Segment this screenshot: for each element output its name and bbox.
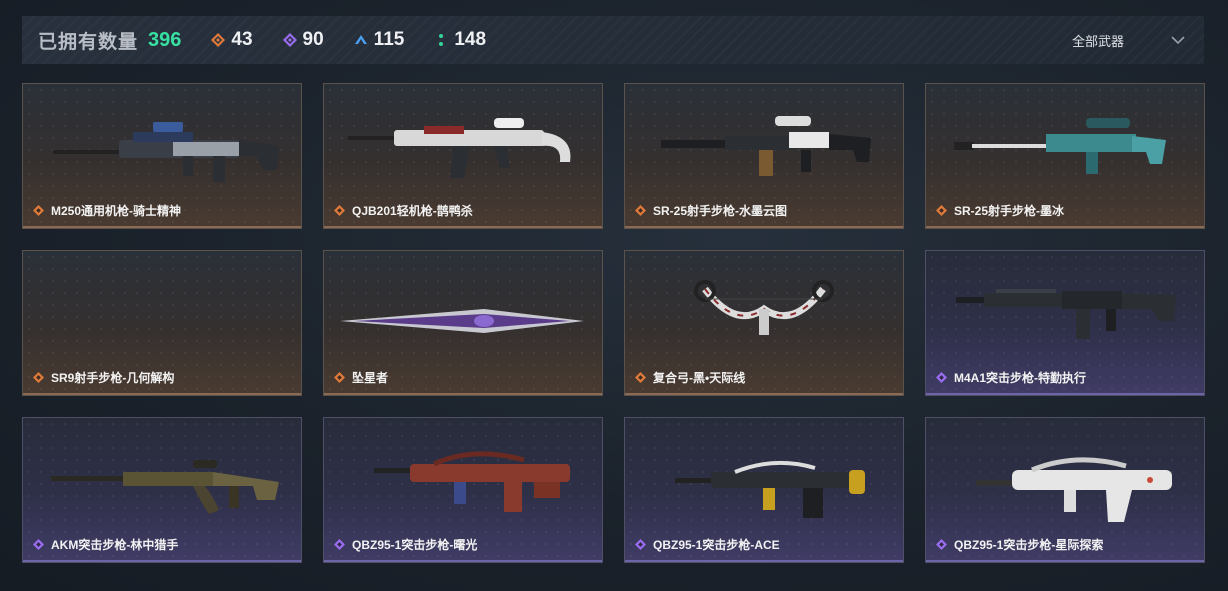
- weapon-name-row: SR-25射手步枪-墨冰: [936, 202, 1064, 219]
- orange-rarity-icon: [33, 372, 44, 383]
- weapon-card[interactable]: QJB201轻机枪-鹊鸭杀: [323, 83, 603, 229]
- weapon-card[interactable]: AKM突击步枪-林中猎手: [22, 417, 302, 563]
- stat-value: 43: [231, 29, 253, 50]
- weapon-name: QJB201轻机枪-鹊鸭杀: [352, 204, 473, 218]
- orange-rarity-icon: [635, 205, 646, 216]
- weapon-filter-dropdown[interactable]: 全部武器: [1072, 16, 1186, 64]
- stat-value: 115: [373, 29, 405, 50]
- weapon-name-row: M4A1突击步枪-特勤执行: [936, 369, 1086, 386]
- stat-value: 90: [302, 29, 324, 50]
- weapon-card[interactable]: QBZ95-1突击步枪-星际探索: [925, 417, 1205, 563]
- weapon-card[interactable]: SR-25射手步枪-墨冰: [925, 83, 1205, 229]
- rarity-bar: [23, 393, 301, 395]
- owned-count: 396: [148, 28, 182, 51]
- orange-diamond-icon: [211, 33, 226, 47]
- weapon-card[interactable]: 坠星者: [323, 250, 603, 396]
- rarity-bar: [926, 226, 1204, 228]
- orange-rarity-icon: [33, 205, 44, 216]
- rarity-bar: [926, 560, 1204, 562]
- weapon-name: 复合弓-黑•天际线: [653, 371, 746, 385]
- purple-rarity-icon: [635, 539, 646, 550]
- weapon-name-row: SR9射手步枪-几何解构: [33, 369, 174, 386]
- stat-value: 148: [454, 29, 487, 50]
- purple-rarity-icon: [33, 539, 44, 550]
- weapon-grid: M250通用机枪-骑士精神 QJB201轻机枪-鹊鸭杀 SR-25射手步枪-水墨…: [22, 83, 1205, 563]
- knife-image: [340, 309, 584, 333]
- orange-rarity-icon: [936, 205, 947, 216]
- stat-blue: 115: [354, 29, 405, 51]
- weapon-name-row: 复合弓-黑•天际线: [635, 369, 745, 386]
- weapon-name: QBZ95-1突击步枪-曙光: [352, 538, 478, 552]
- weapon-name-row: M250通用机枪-骑士精神: [33, 202, 181, 219]
- green-dots-icon: [439, 34, 444, 46]
- light-machine-gun-image: [348, 118, 571, 178]
- orange-rarity-icon: [635, 372, 646, 383]
- weapon-name-row: SR-25射手步枪-水墨云图: [635, 202, 787, 219]
- weapon-name-row: AKM突击步枪-林中猎手: [33, 536, 178, 553]
- weapon-name: SR9射手步枪-几何解构: [51, 371, 175, 385]
- stat-orange: 43: [211, 29, 253, 51]
- orange-rarity-icon: [334, 372, 345, 383]
- weapon-name: M250通用机枪-骑士精神: [51, 204, 182, 218]
- weapon-name: SR-25射手步枪-水墨云图: [653, 204, 788, 218]
- rarity-bar: [926, 393, 1204, 395]
- rarity-bar: [324, 226, 602, 228]
- weapon-name: QBZ95-1突击步枪-ACE: [653, 538, 780, 552]
- marksman-rifle-image: [661, 116, 871, 176]
- weapon-name: M4A1突击步枪-特勤执行: [954, 371, 1087, 385]
- purple-diamond-icon: [282, 33, 297, 47]
- chevron-down-icon[interactable]: [1170, 32, 1186, 48]
- weapon-card[interactable]: 复合弓-黑•天际线: [624, 250, 904, 396]
- assault-rifle-image: [51, 460, 279, 514]
- rarity-bar: [23, 560, 301, 562]
- weapon-name: SR-25射手步枪-墨冰: [954, 204, 1065, 218]
- stat-green: 148: [434, 29, 486, 51]
- purple-rarity-icon: [334, 539, 345, 550]
- rarity-bar: [625, 560, 903, 562]
- weapon-name-row: QBZ95-1突击步枪-曙光: [334, 536, 477, 553]
- weapon-name: 坠星者: [352, 371, 389, 385]
- collection-header: 已拥有数量 396 43 90 115 148 全部武器: [22, 16, 1204, 64]
- rarity-bar: [324, 560, 602, 562]
- weapon-name-row: QJB201轻机枪-鹊鸭杀: [334, 202, 473, 219]
- weapon-name-row: QBZ95-1突击步枪-星际探索: [936, 536, 1103, 553]
- stat-purple: 90: [282, 29, 324, 51]
- rarity-bar: [324, 393, 602, 395]
- purple-rarity-icon: [936, 539, 947, 550]
- weapon-card[interactable]: SR-25射手步枪-水墨云图: [624, 83, 904, 229]
- weapon-card[interactable]: M4A1突击步枪-特勤执行: [925, 250, 1205, 396]
- rarity-bar: [23, 226, 301, 228]
- blue-chevron-icon: [354, 35, 367, 44]
- machine-gun-image: [53, 122, 279, 182]
- purple-rarity-icon: [936, 372, 947, 383]
- weapon-card[interactable]: M250通用机枪-骑士精神: [22, 83, 302, 229]
- assault-rifle-image: [956, 289, 1176, 339]
- weapon-name-row: 坠星者: [334, 369, 388, 386]
- marksman-rifle-image: [954, 118, 1166, 174]
- weapon-card[interactable]: SR9射手步枪-几何解构: [22, 250, 302, 396]
- weapon-name-row: QBZ95-1突击步枪-ACE: [635, 536, 780, 553]
- weapon-name: QBZ95-1突击步枪-星际探索: [954, 538, 1104, 552]
- owned-label: 已拥有数量: [38, 31, 139, 53]
- weapon-name: AKM突击步枪-林中猎手: [51, 538, 179, 552]
- orange-rarity-icon: [334, 205, 345, 216]
- bullpup-rifle-image: [374, 451, 570, 512]
- compound-bow-image: [694, 280, 834, 335]
- weapon-card[interactable]: QBZ95-1突击步枪-ACE: [624, 417, 904, 563]
- weapon-card[interactable]: QBZ95-1突击步枪-曙光: [323, 417, 603, 563]
- rarity-bar: [625, 226, 903, 228]
- filter-label: 全部武器: [1071, 33, 1124, 49]
- bullpup-rifle-image: [675, 460, 865, 518]
- rarity-bar: [625, 393, 903, 395]
- bullpup-rifle-image: [976, 457, 1172, 522]
